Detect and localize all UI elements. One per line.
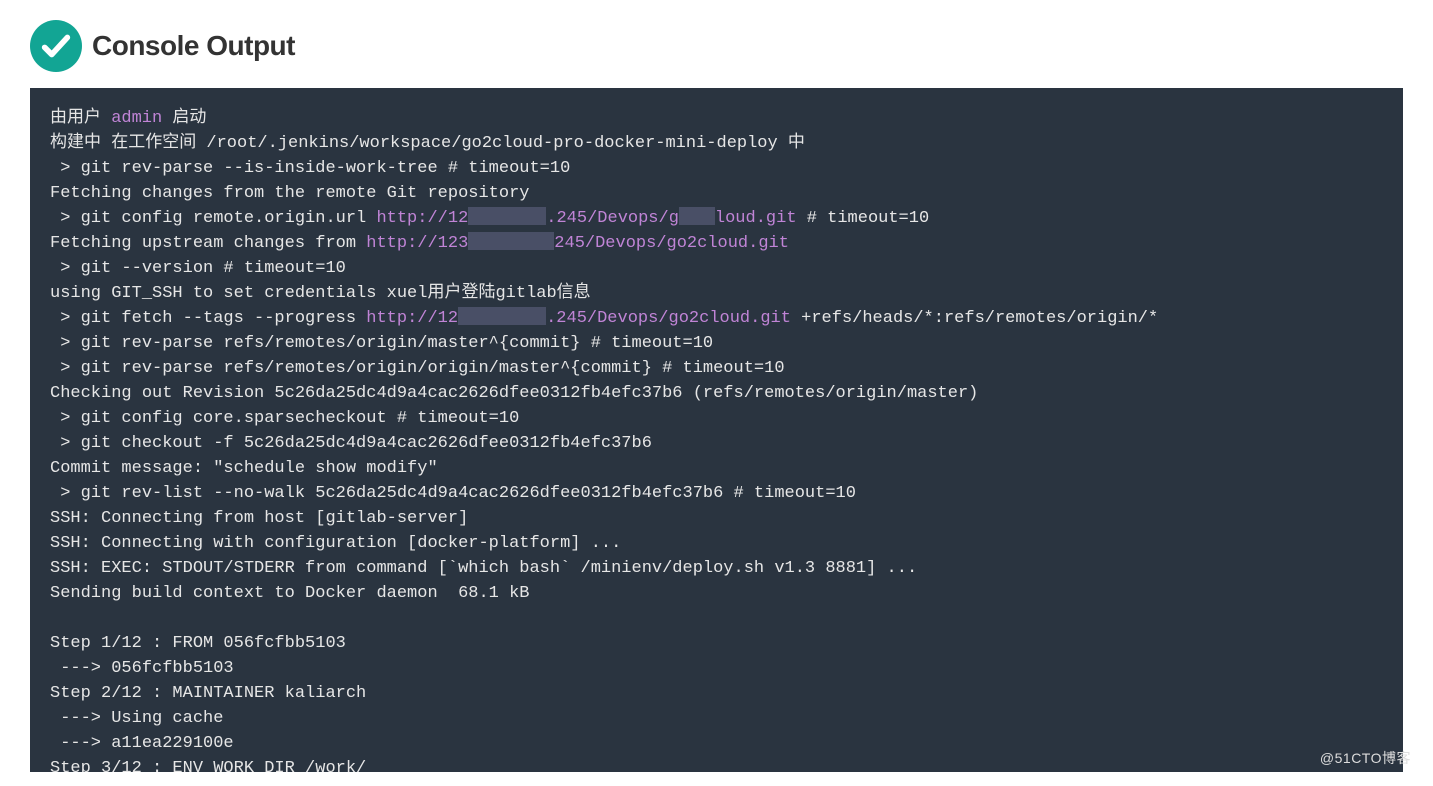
redacted-text	[468, 232, 554, 250]
user-link[interactable]: admin	[111, 109, 162, 128]
log-line: 启动	[162, 109, 206, 128]
redacted-text	[458, 307, 546, 325]
redacted-text	[679, 207, 715, 225]
log-line: SSH: Connecting from host [gitlab-server…	[50, 509, 468, 528]
watermark: @51CTO博客	[1320, 748, 1411, 768]
log-line: 由用户	[50, 109, 111, 128]
console-output: 由用户 admin 启动 构建中 在工作空间 /root/.jenkins/wo…	[30, 88, 1403, 772]
status-success-icon	[30, 20, 82, 72]
log-line: +refs/heads/*:refs/remotes/origin/*	[791, 309, 1158, 328]
url-link[interactable]: http://12.245/Devops/go2cloud.git	[366, 309, 791, 328]
log-line: > git --version # timeout=10	[50, 259, 346, 278]
log-line: > git config core.sparsecheckout # timeo…	[50, 409, 519, 428]
log-line: Step 1/12 : FROM 056fcfbb5103	[50, 634, 346, 653]
log-line: > git rev-parse --is-inside-work-tree # …	[50, 159, 570, 178]
log-line: ---> Using cache	[50, 709, 223, 728]
url-link[interactable]: http://12.245/Devops/gloud.git	[376, 209, 796, 228]
log-line: Fetching changes from the remote Git rep…	[50, 184, 529, 203]
log-line: > git checkout -f 5c26da25dc4d9a4cac2626…	[50, 434, 652, 453]
log-line: > git rev-list --no-walk 5c26da25dc4d9a4…	[50, 484, 856, 503]
log-line: 构建中 在工作空间 /root/.jenkins/workspace/go2cl…	[50, 134, 805, 153]
log-line: ---> a11ea229100e	[50, 734, 234, 753]
log-line: Sending build context to Docker daemon 6…	[50, 584, 529, 603]
url-link[interactable]: http://123245/Devops/go2cloud.git	[366, 234, 789, 253]
log-line: Fetching upstream changes from	[50, 234, 366, 253]
log-line: Step 2/12 : MAINTAINER kaliarch	[50, 684, 366, 703]
page-header: Console Output	[0, 0, 1433, 88]
log-line: > git rev-parse refs/remotes/origin/orig…	[50, 359, 785, 378]
log-line: Commit message: "schedule show modify"	[50, 459, 438, 478]
log-line: > git fetch --tags --progress	[50, 309, 366, 328]
page-title: Console Output	[92, 30, 295, 62]
log-line: Checking out Revision 5c26da25dc4d9a4cac…	[50, 384, 978, 403]
log-line: > git rev-parse refs/remotes/origin/mast…	[50, 334, 713, 353]
log-line: Step 3/12 : ENV WORK_DIR /work/	[50, 759, 366, 772]
redacted-text	[468, 207, 546, 225]
log-line: SSH: EXEC: STDOUT/STDERR from command [`…	[50, 559, 917, 578]
log-line: SSH: Connecting with configuration [dock…	[50, 534, 621, 553]
log-line: ---> 056fcfbb5103	[50, 659, 234, 678]
log-line: using GIT_SSH to set credentials xuel用户登…	[50, 284, 591, 303]
log-line: # timeout=10	[797, 209, 930, 228]
log-line: > git config remote.origin.url	[50, 209, 376, 228]
